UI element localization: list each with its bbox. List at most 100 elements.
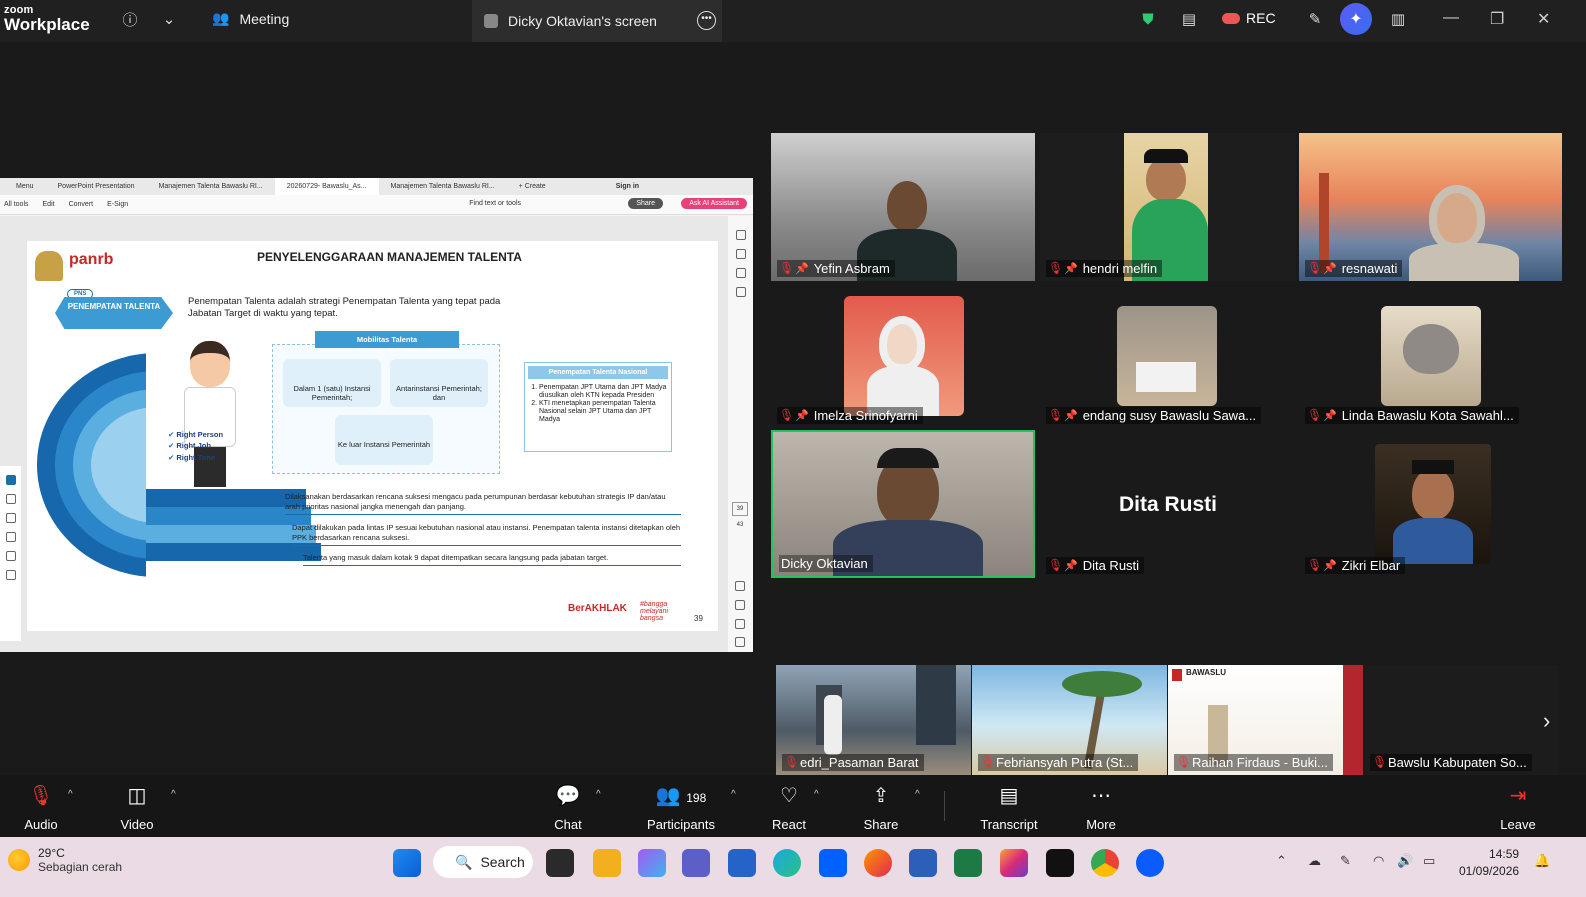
chevron-down-icon[interactable]: ⌄ <box>158 8 180 30</box>
participant-video[interactable]: 🎙 📌 hendri melfin <box>1040 133 1296 281</box>
browser-tab-active[interactable]: 20260729- Bawaslu_As... <box>274 178 379 195</box>
instagram-icon[interactable] <box>1000 849 1028 877</box>
restore-icon[interactable]: ❐ <box>1490 9 1504 29</box>
share-screen-button[interactable]: ⇪ Share <box>862 783 900 832</box>
file-explorer-icon[interactable] <box>593 849 621 877</box>
screen-share-tab[interactable]: Dicky Oktavian's screen ••• <box>472 0 722 42</box>
battery-icon[interactable]: ▭ <box>1423 853 1435 869</box>
active-speaker-video[interactable]: Dicky Oktavian <box>771 430 1035 578</box>
edit-button[interactable]: Edit <box>43 201 55 208</box>
excel-icon[interactable] <box>954 849 982 877</box>
participants-button[interactable]: 👥 198 Participants <box>645 783 717 832</box>
text-tool-icon[interactable] <box>5 551 16 561</box>
caret-up-icon[interactable]: ^ <box>915 789 920 800</box>
record-button[interactable]: REC <box>1222 10 1276 26</box>
participant-video[interactable]: 🎙 Febriansyah Putra (St... <box>972 665 1167 775</box>
chat-button[interactable]: 💬 Chat <box>550 783 586 832</box>
sign-in-link[interactable]: Sign in <box>604 178 651 195</box>
side-panel-icon[interactable]: ▥ <box>1387 8 1409 30</box>
windows-start-icon[interactable] <box>393 849 421 877</box>
sign-tool-icon[interactable] <box>5 570 16 580</box>
participant-no-video[interactable]: Dita Rusti 🎙 📌 Dita Rusti <box>1040 432 1296 578</box>
participant-video[interactable]: 🎙 📌 Linda Bawaslu Kota Sawahl... <box>1299 292 1562 428</box>
ask-ai-button[interactable]: Ask AI Assistant <box>681 198 747 209</box>
notification-bell-icon[interactable]: 🔔 <box>1534 853 1550 869</box>
caret-up-icon[interactable]: ^ <box>68 789 73 800</box>
participant-video[interactable]: 🎙 📌 Zikri Elbar <box>1299 432 1562 578</box>
save-icon[interactable] <box>735 600 745 610</box>
copilot-icon[interactable] <box>638 849 666 877</box>
edge-icon[interactable] <box>773 849 801 877</box>
ai-companion-button[interactable]: ✦ <box>1340 3 1372 35</box>
settings-icon[interactable] <box>735 249 746 259</box>
volume-icon[interactable]: 🔊 <box>1397 853 1413 869</box>
more-button[interactable]: ⋯ More <box>1082 783 1120 832</box>
meeting-tab[interactable]: 👥 Meeting <box>212 10 289 27</box>
leave-button[interactable]: ⇥ Leave <box>1499 783 1537 832</box>
zoom-out-icon[interactable] <box>735 637 745 647</box>
pin-icon: 📌 <box>1323 410 1337 422</box>
participant-video[interactable]: BAWASLU 🎙 Raihan Firdaus - Buki... <box>1168 665 1363 775</box>
react-button[interactable]: ♡ React <box>771 783 807 832</box>
system-clock[interactable]: 14:59 01/09/2026 <box>1459 846 1519 880</box>
pen-tool-icon[interactable] <box>5 513 16 523</box>
chrome-icon[interactable] <box>1091 849 1119 877</box>
caret-up-icon[interactable]: ^ <box>731 789 736 800</box>
minimize-icon[interactable]: — <box>1443 9 1459 27</box>
caret-up-icon[interactable]: ^ <box>814 789 819 800</box>
bookmark-icon[interactable] <box>735 268 746 278</box>
pen-icon[interactable]: ✎ <box>1340 853 1351 869</box>
more-options-icon[interactable]: ••• <box>697 11 716 30</box>
comment-icon[interactable] <box>735 230 746 240</box>
video-button[interactable]: ◫ Video <box>118 783 156 832</box>
zoom-in-icon[interactable] <box>735 619 745 629</box>
word-icon[interactable] <box>909 849 937 877</box>
select-tool-icon[interactable] <box>5 475 16 485</box>
chevron-right-icon[interactable]: › <box>1543 708 1550 734</box>
close-icon[interactable]: ✕ <box>1537 9 1550 29</box>
convert-button[interactable]: Convert <box>69 201 94 208</box>
firefox-icon[interactable] <box>864 849 892 877</box>
find-tools-field[interactable]: Find text or tools <box>469 200 521 207</box>
wifi-icon[interactable]: ◠ <box>1373 853 1384 869</box>
capcut-icon[interactable] <box>1046 849 1074 877</box>
chevron-up-icon[interactable]: ⌃ <box>1276 853 1287 869</box>
esign-button[interactable]: E-Sign <box>107 201 128 208</box>
zoom-app-icon[interactable] <box>1136 849 1164 877</box>
shield-icon[interactable]: ⛊ <box>1137 8 1159 30</box>
caret-up-icon[interactable]: ^ <box>596 789 601 800</box>
participant-video[interactable]: 🎙 Bawslu Kabupaten So... <box>1364 665 1559 775</box>
weather-widget[interactable]: 29°C Sebagian cerah <box>8 846 122 874</box>
browser-tab[interactable]: PowerPoint Presentation <box>46 178 147 195</box>
browser-tab[interactable]: Manajemen Talenta Bawaslu RI... <box>147 178 275 195</box>
new-tab-button[interactable]: + Create <box>507 178 558 195</box>
lasso-tool-icon[interactable] <box>5 532 16 542</box>
participant-video[interactable]: 🎙 edri_Pasaman Barat <box>776 665 971 775</box>
share-button[interactable]: Share <box>628 198 663 209</box>
participant-name-tag: 🎙 📌 resnawati <box>1305 260 1403 277</box>
browser-tab[interactable]: Manajemen Talenta Bawaslu RI... <box>379 178 507 195</box>
page-number-field[interactable]: 39 <box>732 502 748 516</box>
dropbox-icon[interactable] <box>819 849 847 877</box>
participant-name-tag: 🎙 📌 Dita Rusti <box>1046 557 1145 574</box>
participant-video[interactable]: 🎙 📌 endang susy Bawaslu Sawa... <box>1040 292 1296 428</box>
participant-video[interactable]: 🎙 📌 resnawati <box>1299 133 1562 281</box>
zoom-tool-icon[interactable] <box>5 494 16 504</box>
caret-up-icon[interactable]: ^ <box>171 789 176 800</box>
participant-video[interactable]: 🎙 📌 Yefin Asbram <box>771 133 1035 281</box>
participant-video[interactable]: 🎙 📌 Imelza Srinofyarni <box>771 292 1035 428</box>
transcript-button[interactable]: ▤ Transcript <box>980 783 1038 832</box>
browser-menu[interactable]: Menu <box>4 178 46 195</box>
audio-button[interactable]: 🎙 Audio <box>22 783 60 832</box>
network-cloud-icon[interactable]: ☁ <box>1308 853 1321 869</box>
store-icon[interactable] <box>728 849 756 877</box>
taskbar-search[interactable]: 🔍 Search <box>433 846 533 878</box>
info-icon[interactable]: ⓘ <box>119 8 141 30</box>
notes-icon[interactable]: ▤ <box>1178 8 1200 30</box>
annotate-icon[interactable]: ✎ <box>1304 8 1326 30</box>
teams-icon[interactable] <box>682 849 710 877</box>
refresh-icon[interactable] <box>735 581 745 591</box>
pages-icon[interactable] <box>735 287 746 297</box>
task-view-icon[interactable] <box>546 849 574 877</box>
all-tools-button[interactable]: All tools <box>4 201 29 208</box>
